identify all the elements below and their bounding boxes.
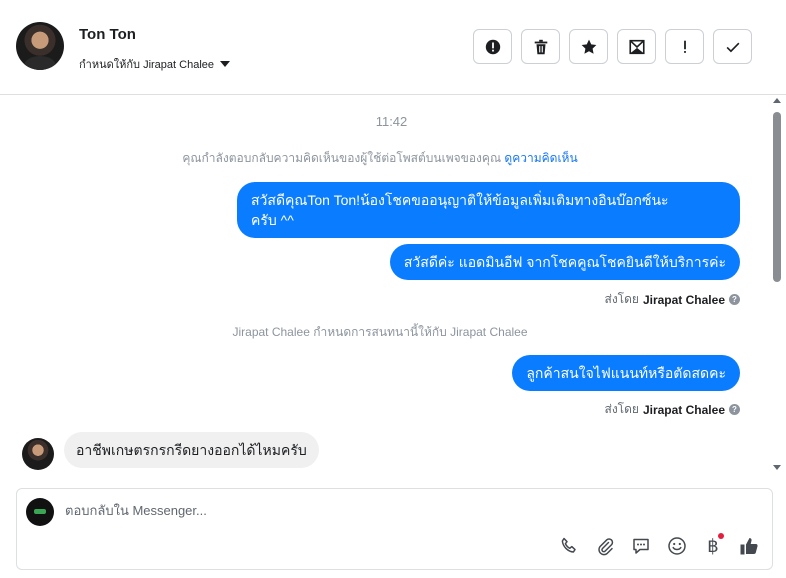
view-comment-link[interactable]: ดูความคิดเห็น — [504, 151, 577, 165]
trash-icon — [534, 39, 547, 54]
payment-button[interactable]: ฿ — [702, 533, 724, 557]
phone-icon — [561, 537, 576, 553]
check-icon — [726, 42, 739, 52]
emoji-button[interactable] — [666, 535, 688, 557]
conversation-header: Ton Ton กำหนดให้กับ Jirapat Chalee — [0, 0, 786, 95]
like-button[interactable] — [738, 535, 760, 557]
composer-tools: ฿ — [558, 533, 760, 557]
assignment-note: Jirapat Chalee กำหนดการสนทนานี้ให้กับ Ji… — [232, 325, 528, 339]
help-icon[interactable]: ? — [729, 294, 740, 305]
help-icon[interactable]: ? — [729, 404, 740, 415]
sent-by-prefix: ส่งโดย — [604, 292, 639, 306]
assign-dropdown[interactable]: กำหนดให้กับ Jirapat Chalee — [79, 55, 231, 73]
scroll-down-arrow-icon[interactable] — [773, 465, 781, 470]
sent-by-label: ส่งโดย Jirapat Chalee ? — [604, 290, 740, 309]
page-avatar — [26, 498, 54, 526]
message-line: สวัสดีคุณTon Ton!น้องโชคขออนุญาติให้ข้อม… — [251, 192, 669, 208]
attach-button[interactable] — [594, 535, 616, 557]
message-line: ครับ ^^ — [251, 212, 294, 228]
message-thread: 11:42 คุณกำลังตอบกลับความคิดเห็นของผู้ใช… — [0, 96, 786, 476]
chevron-down-icon — [220, 61, 231, 67]
incoming-message[interactable]: อาชีพเกษตรกรกรีดยางออกได้ไหมครับ — [64, 432, 319, 468]
message-timestamp: 11:42 — [375, 114, 408, 129]
baht-icon: ฿ — [707, 535, 719, 557]
reply-context-text: คุณกำลังตอบกลับความคิดเห็นของผู้ใช้ต่อโพ… — [182, 151, 502, 165]
contact-avatar[interactable] — [16, 22, 64, 70]
star-icon — [581, 39, 596, 54]
scroll-up-arrow-icon[interactable] — [773, 98, 781, 103]
mark-spam-button[interactable] — [473, 29, 512, 64]
sent-by-name: Jirapat Chalee — [642, 402, 725, 417]
exclamation-icon — [683, 40, 686, 53]
saved-reply-icon — [633, 538, 649, 554]
contact-name[interactable]: Ton Ton — [79, 26, 136, 43]
scrollbar-thumb[interactable] — [773, 112, 781, 282]
outgoing-message[interactable]: สวัสดีค่ะ แอดมินอีฟ จากโชคคูณโชคยินดีให้… — [389, 244, 740, 280]
call-button[interactable] — [558, 535, 580, 557]
sent-by-prefix: ส่งโดย — [604, 402, 639, 416]
like-icon — [740, 538, 758, 555]
assign-label: กำหนดให้กับ Jirapat Chalee — [79, 59, 215, 71]
star-button[interactable] — [569, 29, 608, 64]
paperclip-icon — [598, 538, 614, 556]
follow-up-button[interactable] — [665, 29, 704, 64]
outgoing-message[interactable]: ลูกค้าสนใจไฟแนนท์หรือตัดสดคะ — [512, 355, 740, 391]
archive-icon — [628, 39, 645, 54]
reply-input[interactable] — [65, 503, 745, 518]
archive-button[interactable] — [617, 29, 656, 64]
sent-by-label: ส่งโดย Jirapat Chalee ? — [604, 400, 740, 419]
exclamation-circle-icon — [485, 39, 500, 54]
outgoing-message[interactable]: สวัสดีคุณTon Ton!น้องโชคขออนุญาติให้ข้อม… — [237, 182, 740, 238]
saved-replies-button[interactable] — [630, 535, 652, 557]
conversation-actions — [473, 29, 752, 64]
delete-button[interactable] — [521, 29, 560, 64]
thread-scrollbar[interactable] — [772, 96, 782, 474]
emoji-icon — [668, 537, 686, 555]
sent-by-name: Jirapat Chalee — [642, 292, 725, 307]
reply-context-note: คุณกำลังตอบกลับความคิดเห็นของผู้ใช้ต่อโพ… — [0, 149, 760, 168]
message-composer: ฿ — [16, 488, 773, 570]
mark-done-button[interactable] — [713, 29, 752, 64]
contact-avatar-small — [22, 438, 54, 470]
notification-dot — [718, 533, 724, 539]
